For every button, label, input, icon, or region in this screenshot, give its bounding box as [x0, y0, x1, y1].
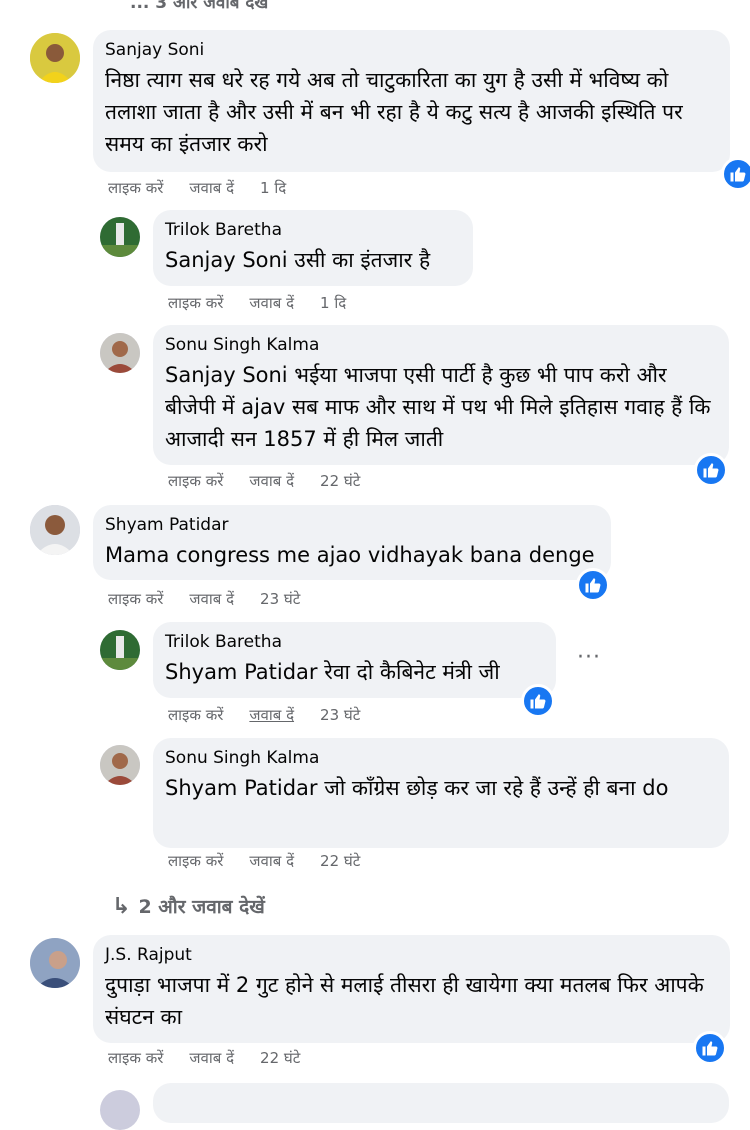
comment-text: Sanjay Soni भईया भाजपा एसी पार्टी है कुछ… — [165, 363, 711, 451]
timestamp[interactable]: 23 घंटे — [320, 705, 360, 725]
avatar[interactable] — [100, 1090, 140, 1130]
like-reaction-icon[interactable] — [693, 1031, 727, 1065]
avatar[interactable] — [100, 745, 140, 785]
like-button[interactable]: लाइक करें — [168, 293, 223, 313]
reply-button[interactable]: जवाब दें — [189, 1048, 234, 1068]
comment-text: Mama congress me ajao vidhayak bana deng… — [105, 543, 595, 567]
comment-text: Shyam Patidar जो कॉंग्रेस छोड़ कर जा रहे… — [165, 776, 669, 800]
comment-text: दुपाड़ा भाजपा में 2 गुट होने से मलाई तीस… — [105, 973, 704, 1029]
reply-button[interactable]: जवाब दें — [249, 705, 294, 725]
comment-bubble: Trilok Baretha Sanjay Soni उसी का इंतजार… — [153, 210, 473, 286]
avatar-image — [100, 333, 140, 373]
avatar[interactable] — [100, 630, 140, 670]
comment-text: Sanjay Soni उसी का इंतजार है — [165, 248, 431, 272]
like-button[interactable]: लाइक करें — [108, 178, 163, 198]
like-button[interactable]: लाइक करें — [168, 851, 223, 871]
timestamp[interactable]: 23 घंटे — [260, 589, 300, 609]
like-button[interactable]: लाइक करें — [108, 1048, 163, 1068]
avatar[interactable] — [100, 333, 140, 373]
comment-bubble: Shyam Patidar Mama congress me ajao vidh… — [93, 505, 611, 580]
timestamp[interactable]: 22 घंटे — [320, 851, 360, 871]
avatar[interactable] — [30, 938, 80, 988]
timestamp[interactable]: 22 घंटे — [260, 1048, 300, 1068]
timestamp[interactable]: 1 दि — [260, 178, 286, 198]
like-reaction-icon[interactable] — [694, 453, 728, 487]
reply-button[interactable]: जवाब दें — [249, 293, 294, 313]
comment-actions: लाइक करें जवाब दें 23 घंटे — [108, 589, 326, 609]
like-button[interactable]: लाइक करें — [168, 705, 223, 725]
comment-author[interactable]: J.S. Rajput — [105, 945, 716, 965]
comment-actions: लाइक करें जवाब दें 22 घंटे — [168, 471, 386, 491]
comment-author[interactable]: Sonu Singh Kalma — [165, 335, 715, 355]
comment-text: निष्ठा त्याग सब धरे रह गये अब तो चाटुकार… — [105, 68, 683, 156]
comment-author[interactable]: Trilok Baretha — [165, 220, 459, 240]
comment-bubble — [153, 1083, 729, 1123]
avatar-image — [30, 505, 80, 555]
avatar[interactable] — [100, 217, 140, 257]
comment-actions: लाइक करें जवाब दें 22 घंटे — [108, 1048, 326, 1068]
more-options-icon[interactable]: ··· — [577, 645, 601, 670]
comment-actions: लाइक करें जवाब दें 1 दि — [168, 293, 372, 313]
reply-button[interactable]: जवाब दें — [249, 851, 294, 871]
reply-button[interactable]: जवाब दें — [189, 589, 234, 609]
comment-bubble: Sonu Singh Kalma Sanjay Soni भईया भाजपा … — [153, 325, 729, 465]
top-cut-more-replies[interactable]: ... 3 और जवाब देखें — [130, 0, 268, 13]
like-button[interactable]: लाइक करें — [108, 589, 163, 609]
comment-text: Shyam Patidar रेवा दो कैबिनेट मंत्री जी — [165, 660, 500, 684]
avatar-image — [30, 938, 80, 988]
comment-bubble: Trilok Baretha Shyam Patidar रेवा दो कैब… — [153, 622, 556, 698]
comment-actions: लाइक करें जवाब दें 22 घंटे — [168, 851, 386, 871]
avatar-image — [100, 745, 140, 785]
avatar-image — [100, 217, 140, 257]
like-reaction-icon[interactable] — [576, 568, 610, 602]
comment-actions: लाइक करें जवाब दें 23 घंटे — [168, 705, 386, 725]
comment-bubble: Sanjay Soni निष्ठा त्याग सब धरे रह गये अ… — [93, 30, 730, 172]
timestamp[interactable]: 1 दि — [320, 293, 346, 313]
reply-arrow-icon: ↳ — [112, 894, 131, 919]
comment-bubble: J.S. Rajput दुपाड़ा भाजपा में 2 गुट होने… — [93, 935, 730, 1043]
reply-button[interactable]: जवाब दें — [189, 178, 234, 198]
comment-author[interactable]: Shyam Patidar — [105, 515, 597, 535]
like-reaction-icon[interactable] — [721, 157, 750, 191]
avatar[interactable] — [30, 33, 80, 83]
like-reaction-icon[interactable] — [521, 684, 555, 718]
avatar[interactable] — [30, 505, 80, 555]
avatar-image — [100, 630, 140, 670]
comment-author[interactable]: Sonu Singh Kalma — [165, 748, 715, 768]
timestamp[interactable]: 22 घंटे — [320, 471, 360, 491]
avatar-image — [30, 33, 80, 83]
like-button[interactable]: लाइक करें — [168, 471, 223, 491]
comment-author[interactable]: Trilok Baretha — [165, 632, 542, 652]
comment-bubble: Sonu Singh Kalma Shyam Patidar जो कॉंग्र… — [153, 738, 729, 848]
comment-actions: लाइक करें जवाब दें 1 दि — [108, 178, 312, 198]
reply-button[interactable]: जवाब दें — [249, 471, 294, 491]
view-more-replies-link[interactable]: ↳ 2 और जवाब देखें — [112, 893, 265, 919]
view-more-replies-label: 2 और जवाब देखें — [138, 896, 265, 918]
comment-author[interactable]: Sanjay Soni — [105, 40, 716, 60]
